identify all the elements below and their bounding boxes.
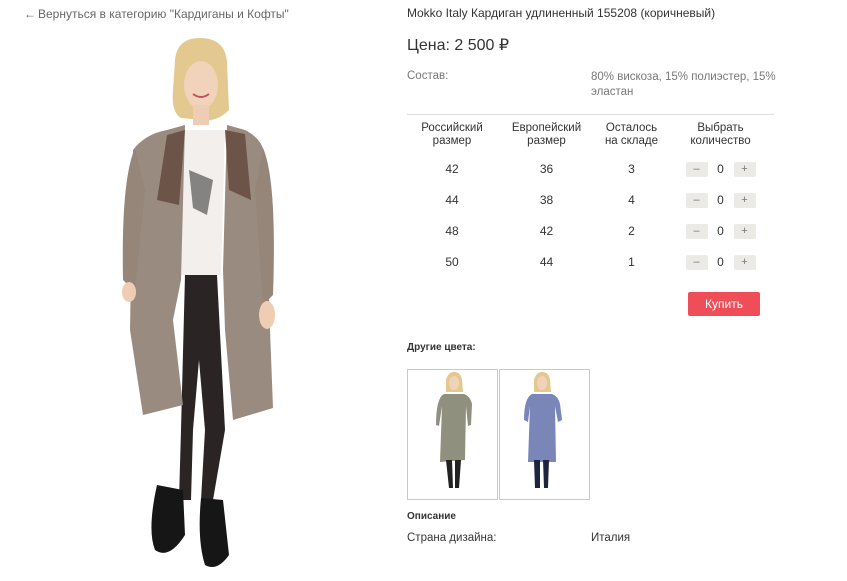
header-quantity: Выбрать количество [690, 122, 751, 147]
back-link-label: Вернуться в категорию "Кардиганы и Кофты… [38, 7, 289, 21]
table-row: 42 36 3 –0 + [407, 153, 774, 184]
quantity-value[interactable]: 0 [716, 162, 726, 176]
quantity-value[interactable]: 0 [716, 255, 726, 269]
stock-cell: 3 [628, 161, 635, 176]
face [184, 61, 218, 109]
header-stock: Осталось на складе [604, 122, 659, 147]
model-thumb-blue-icon [524, 372, 562, 488]
increment-button[interactable]: + [733, 161, 756, 177]
header-ru-size: Российский размер [421, 122, 483, 147]
increment-button[interactable]: + [733, 192, 756, 208]
trousers [179, 275, 225, 500]
description-heading: Описание [407, 511, 456, 522]
sizes-header-row: Российский размер Европейский размер Остал… [407, 115, 774, 154]
product-price: Цена: 2 500 ₽ [407, 37, 510, 54]
sizes-table: Российский размер Европейский размер Остал… [407, 114, 774, 277]
product-title: Mokko Italy Кардиган удлиненный 155208 (… [407, 6, 716, 20]
design-country-label: Страна дизайна: [407, 532, 497, 544]
right-shoe [199, 498, 229, 568]
quantity-cell: –0 + [667, 184, 774, 215]
quantity-stepper: –0 + [685, 254, 756, 270]
eu-size-cell: 42 [539, 223, 554, 238]
decrement-button[interactable]: – [685, 161, 708, 177]
decrement-button[interactable]: – [685, 192, 708, 208]
quantity-value[interactable]: 0 [716, 193, 726, 207]
quantity-cell: –0 + [667, 246, 774, 277]
eu-size-cell: 38 [539, 192, 554, 207]
quantity-stepper: –0 + [685, 192, 756, 208]
table-row: 48 42 2 –0 + [407, 215, 774, 246]
ru-size-cell: 44 [445, 192, 459, 207]
increment-button[interactable]: + [733, 223, 756, 239]
table-row: 50 44 1 –0 + [407, 246, 774, 277]
stock-cell: 2 [628, 223, 635, 238]
quantity-stepper: –0 + [685, 223, 756, 239]
left-shoe [151, 485, 185, 553]
composition-label: Состав: [407, 70, 449, 82]
stock-cell: 4 [628, 192, 635, 207]
eu-size-cell: 36 [539, 161, 554, 176]
quantity-cell: –0 + [667, 153, 774, 184]
product-main-image[interactable] [105, 30, 295, 581]
ru-size-cell: 48 [445, 223, 459, 238]
other-colors-heading: Другие цвета: [407, 342, 476, 353]
design-country-value: Италия [591, 532, 631, 544]
quantity-cell: –0 + [667, 215, 774, 246]
decrement-button[interactable]: – [685, 254, 708, 270]
stock-cell: 1 [628, 254, 635, 269]
eu-size-cell: 44 [539, 254, 554, 269]
back-to-category-link[interactable]: ← Вернуться в категорию "Кардиганы и Кофт… [24, 7, 289, 21]
back-arrow-icon: ← [24, 7, 36, 21]
table-row: 44 38 4 –0 + [407, 184, 774, 215]
ru-size-cell: 42 [445, 161, 459, 176]
buy-button[interactable]: Купить [688, 292, 760, 316]
model-thumb-olive-icon [436, 372, 472, 488]
composition-value: 80% вискоза, 15% полиэстер, 15% эластан [591, 71, 776, 98]
ru-size-cell: 50 [445, 254, 459, 269]
color-thumb-olive[interactable] [407, 369, 498, 500]
header-eu-size: Европейский размер [511, 122, 582, 147]
decrement-button[interactable]: – [685, 223, 708, 239]
quantity-stepper: –0 + [685, 161, 756, 177]
increment-button[interactable]: + [733, 254, 756, 270]
quantity-value[interactable]: 0 [716, 224, 726, 238]
color-thumb-blue[interactable] [499, 369, 590, 500]
